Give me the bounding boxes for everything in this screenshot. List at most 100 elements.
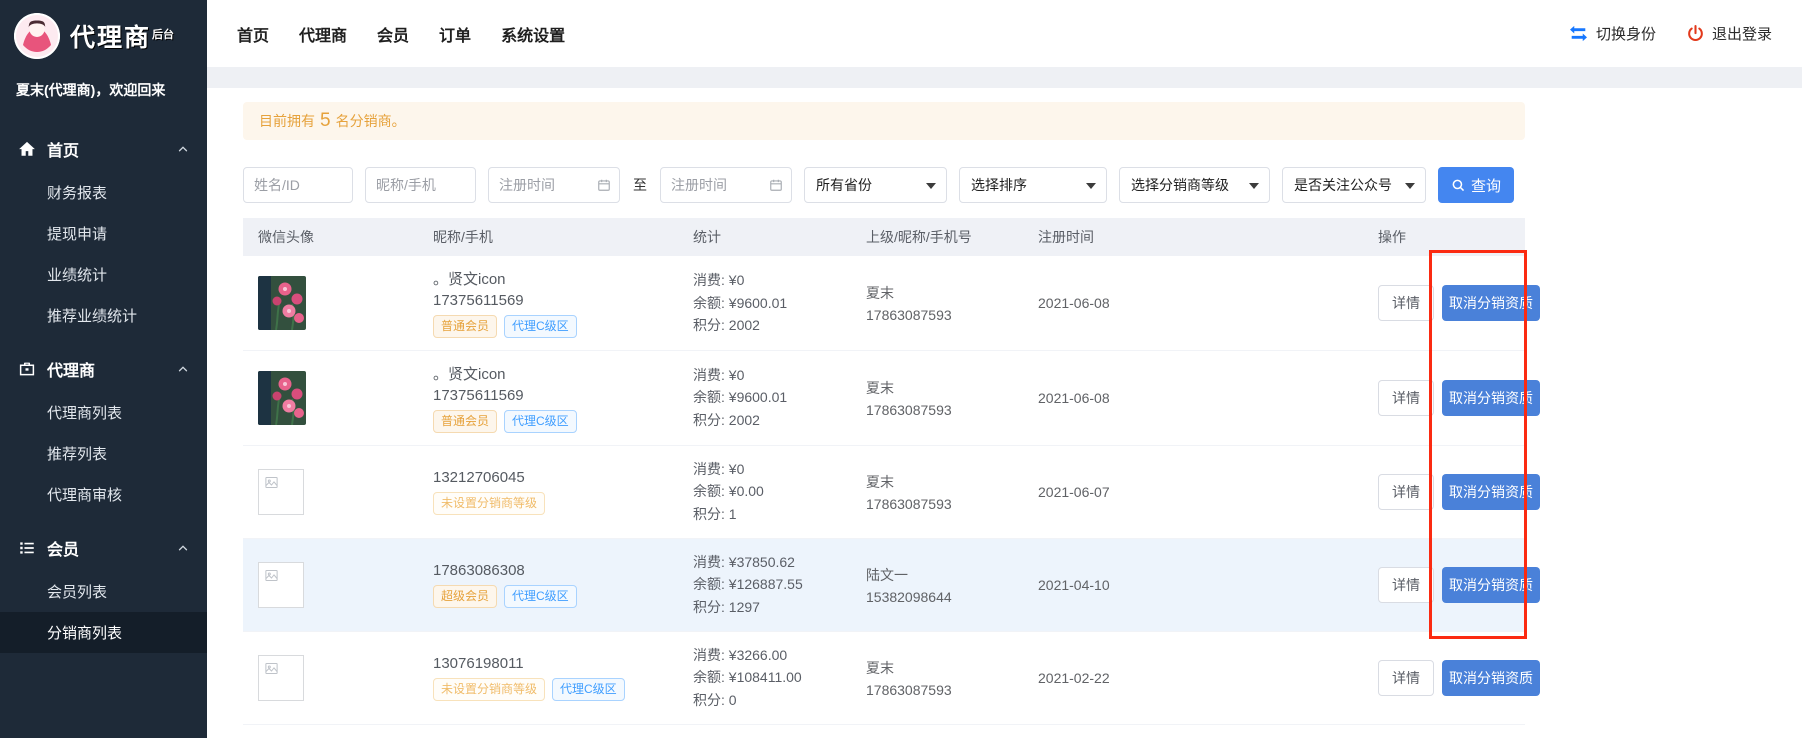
topnav-item[interactable]: 系统设置: [501, 22, 565, 46]
sidebar-section: 代理商代理商列表推荐列表代理商审核: [0, 346, 207, 515]
chevron-up-icon: [177, 363, 189, 375]
sort-select[interactable]: 选择排序: [959, 167, 1107, 203]
detail-button[interactable]: 详情: [1378, 567, 1434, 603]
broken-image-avatar: [258, 562, 304, 608]
sidebar-section-header[interactable]: 会员: [0, 525, 207, 571]
parent-phone: 15382098644: [866, 589, 1018, 605]
reg-time-start-wrap: [488, 167, 620, 203]
sidebar-item[interactable]: 提现申请: [0, 213, 207, 254]
follow-select-value: 是否关注公众号: [1294, 175, 1392, 195]
sort-select-value: 选择排序: [971, 175, 1027, 195]
member-icon: [18, 539, 36, 557]
level-badge: 代理C级区: [504, 315, 577, 338]
sidebar-item[interactable]: 财务报表: [0, 172, 207, 213]
detail-button[interactable]: 详情: [1378, 285, 1434, 321]
logout-button[interactable]: 退出登录: [1686, 23, 1772, 44]
logo-row: 代理商后台: [0, 0, 207, 72]
distributor-level-select[interactable]: 选择分销商等级: [1119, 167, 1270, 203]
badge-list: 超级会员代理C级区: [433, 585, 673, 608]
detail-button[interactable]: 详情: [1378, 660, 1434, 696]
follow-official-account-select[interactable]: 是否关注公众号: [1282, 167, 1426, 203]
level-badge: 超级会员: [433, 585, 497, 608]
sidebar-item[interactable]: 会员列表: [0, 571, 207, 612]
column-header: 操作: [1368, 218, 1525, 256]
nickname-phone-input[interactable]: [365, 167, 476, 203]
page: 代理商后台 夏末(代理商)，欢迎回来 首页财务报表提现申请业绩统计推荐业绩统计代…: [0, 0, 1802, 738]
alert-text-before: 目前拥有: [259, 111, 315, 131]
sidebar-section-header[interactable]: 代理商: [0, 346, 207, 392]
column-header: 昵称/手机: [423, 218, 683, 256]
broken-image-avatar: [258, 655, 304, 701]
topnav-item[interactable]: 会员: [377, 22, 409, 46]
parent-phone: 17863087593: [866, 682, 1018, 698]
reg-time-end-input[interactable]: [660, 167, 792, 203]
sidebar-section-label: 会员: [47, 536, 79, 560]
chevron-up-icon: [177, 143, 189, 155]
parent-phone: 17863087593: [866, 402, 1018, 418]
sidebar-item[interactable]: 分销商列表: [0, 612, 207, 653]
stat-line: 积分: 1297: [693, 596, 846, 619]
name-id-input[interactable]: [243, 167, 353, 203]
stat-line: 积分: 0: [693, 689, 846, 712]
registration-time: 2021-06-08: [1028, 350, 1368, 445]
brand-suffix: 后台: [152, 29, 174, 41]
nickname: 。贤文icon: [433, 268, 673, 289]
stat-line: 积分: 2002: [693, 409, 846, 432]
topnav-item[interactable]: 订单: [439, 22, 471, 46]
topnav-item[interactable]: 首页: [237, 22, 269, 46]
level-badge: 未设置分销商等级: [433, 678, 545, 701]
sidebar-section-label: 代理商: [47, 357, 95, 381]
cancel-distribution-button[interactable]: 取消分销资质: [1442, 380, 1540, 416]
column-header: 统计: [683, 218, 856, 256]
phone-number: 17375611569: [433, 292, 673, 309]
detail-button[interactable]: 详情: [1378, 380, 1434, 416]
cancel-distribution-button[interactable]: 取消分销资质: [1442, 660, 1540, 696]
stat-line: 消费: ¥0: [693, 269, 846, 292]
stat-line: 余额: ¥0.00: [693, 480, 846, 503]
agent-icon: [18, 360, 36, 378]
search-icon: [1451, 178, 1465, 192]
alert-count: 5: [320, 110, 331, 132]
nickname: 。贤文icon: [433, 363, 673, 384]
parent-name: 夏末: [866, 378, 1018, 398]
province-select[interactable]: 所有省份: [804, 167, 947, 203]
main: 首页 代理商 会员 订单 系统设置 切换身份 退出登录 目前拥有: [207, 0, 1802, 738]
registration-time: 2021-06-08: [1028, 256, 1368, 350]
row-actions: 详情取消分销资质: [1378, 660, 1515, 696]
sidebar-item[interactable]: 代理商列表: [0, 392, 207, 433]
sidebar-section-header[interactable]: 首页: [0, 126, 207, 172]
cancel-distribution-button[interactable]: 取消分销资质: [1442, 285, 1540, 321]
cancel-distribution-button[interactable]: 取消分销资质: [1442, 474, 1540, 510]
table-row: 13076198011未设置分销商等级代理C级区消费: ¥3266.00余额: …: [243, 631, 1525, 724]
registration-time: 2021-06-07: [1028, 445, 1368, 538]
column-header: 注册时间: [1028, 218, 1368, 256]
switch-identity-button[interactable]: 切换身份: [1568, 23, 1656, 44]
wechat-avatar: [258, 276, 306, 330]
topnav-item[interactable]: 代理商: [299, 22, 347, 46]
sidebar-item[interactable]: 推荐列表: [0, 433, 207, 474]
row-actions: 详情取消分销资质: [1378, 380, 1515, 416]
column-header: 上级/昵称/手机号: [856, 218, 1028, 256]
detail-button[interactable]: 详情: [1378, 474, 1434, 510]
table-header: 微信头像昵称/手机统计上级/昵称/手机号注册时间操作: [243, 218, 1525, 256]
distributor-table: 微信头像昵称/手机统计上级/昵称/手机号注册时间操作 。贤文icon 173756…: [243, 218, 1525, 725]
sidebar-item[interactable]: 代理商审核: [0, 474, 207, 515]
registration-time: 2021-04-10: [1028, 538, 1368, 631]
phone-number: 13212706045: [433, 469, 673, 486]
logo-avatar: [14, 13, 60, 59]
sidebar-item[interactable]: 推荐业绩统计: [0, 295, 207, 336]
chevron-down-icon: [1086, 183, 1096, 189]
sidebar-item[interactable]: 业绩统计: [0, 254, 207, 295]
reg-time-start-input[interactable]: [488, 167, 620, 203]
badge-list: 未设置分销商等级代理C级区: [433, 678, 673, 701]
column-header: 微信头像: [243, 218, 423, 256]
sidebar-section-label: 首页: [47, 137, 79, 161]
badge-list: 未设置分销商等级: [433, 492, 673, 515]
to-label: 至: [632, 175, 648, 195]
row-actions: 详情取消分销资质: [1378, 285, 1515, 321]
search-button[interactable]: 查询: [1438, 167, 1514, 203]
stat-line: 余额: ¥126887.55: [693, 573, 846, 596]
row-actions: 详情取消分销资质: [1378, 567, 1515, 603]
badge-list: 普通会员代理C级区: [433, 315, 673, 338]
cancel-distribution-button[interactable]: 取消分销资质: [1442, 567, 1540, 603]
